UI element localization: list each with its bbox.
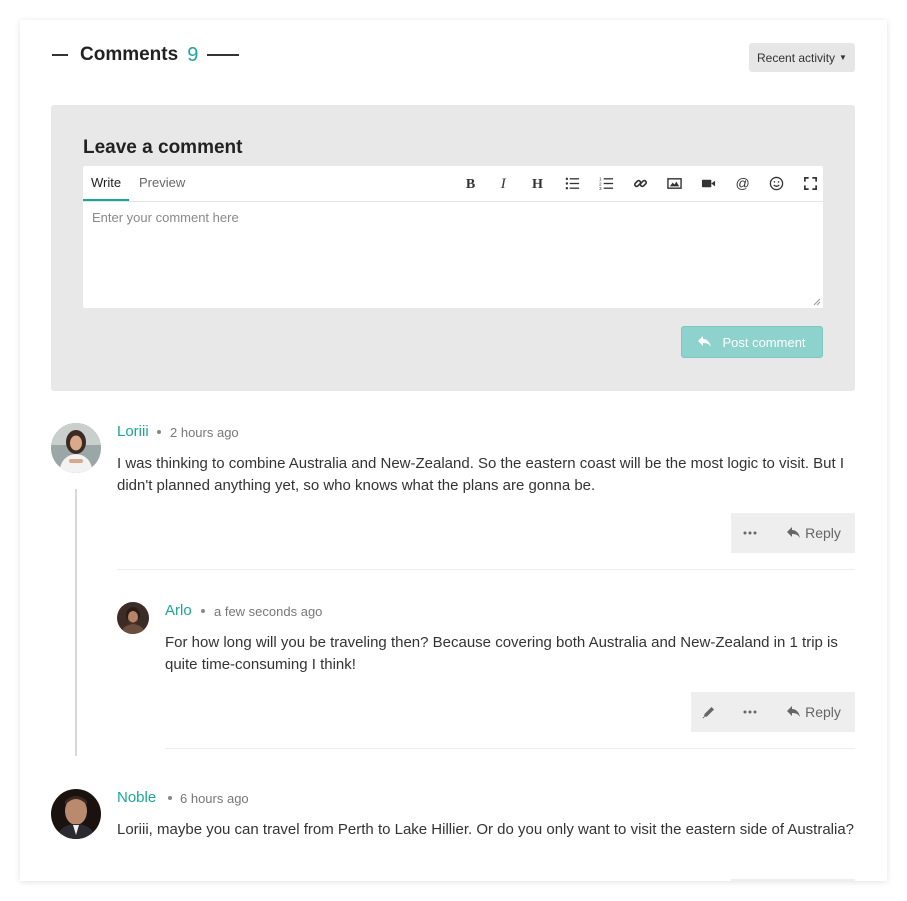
video-icon[interactable] <box>691 166 725 201</box>
meta-separator <box>168 796 172 800</box>
caret-down-icon: ▼ <box>839 53 847 62</box>
comment-time: 2 hours ago <box>170 425 239 440</box>
reply-actions: Reply <box>691 692 855 732</box>
avatar-noble[interactable] <box>51 789 101 839</box>
tab-write[interactable]: Write <box>83 166 130 201</box>
reply-icon <box>787 527 801 538</box>
more-icon[interactable] <box>731 513 773 553</box>
post-comment-button[interactable]: Post comment <box>681 326 823 358</box>
reply-label: Reply <box>805 525 841 541</box>
reply-button[interactable]: Reply <box>773 692 855 732</box>
svg-text:I: I <box>499 176 506 191</box>
svg-text:3: 3 <box>599 186 602 191</box>
comment-author[interactable]: Loriii <box>117 423 149 440</box>
comment-textarea[interactable]: Enter your comment here <box>83 202 823 308</box>
avatar-loriii[interactable] <box>51 423 101 473</box>
bold-icon[interactable]: B <box>453 166 487 201</box>
resize-handle-icon[interactable] <box>813 298 821 306</box>
reply-time: a few seconds ago <box>214 604 323 619</box>
svg-text:B: B <box>465 176 474 191</box>
bulleted-list-icon[interactable] <box>555 166 589 201</box>
avatar-arlo[interactable] <box>117 602 149 634</box>
comments-section: Comments 9 Recent activity ▼ Leave a com… <box>20 20 887 881</box>
sort-dropdown-label: Recent activity <box>757 50 836 65</box>
mention-icon[interactable]: @ <box>725 166 759 201</box>
comments-count: 9 <box>187 43 199 66</box>
comment-placeholder: Enter your comment here <box>92 210 239 225</box>
fullscreen-icon[interactable] <box>793 166 827 201</box>
reply-button[interactable]: Reply <box>773 513 855 553</box>
image-icon[interactable] <box>657 166 691 201</box>
sort-dropdown[interactable]: Recent activity ▼ <box>749 43 855 72</box>
heading-icon[interactable]: H <box>521 166 555 201</box>
editor-toolbar: B I H 123 @ <box>453 166 827 201</box>
markdown-editor: Write Preview B I H 123 @ Enter your com… <box>83 166 823 308</box>
comment-composer: Leave a comment Write Preview B I H 123 … <box>51 105 855 391</box>
comments-header: Comments 9 <box>52 42 240 68</box>
comment-time: 6 hours ago <box>180 791 249 806</box>
meta-separator <box>157 430 161 434</box>
link-icon[interactable] <box>623 166 657 201</box>
tab-preview[interactable]: Preview <box>131 166 193 200</box>
post-comment-label: Post comment <box>722 334 806 350</box>
reply-icon <box>787 706 801 717</box>
reply-text: For how long will you be traveling then?… <box>165 634 838 673</box>
emoji-icon[interactable] <box>759 166 793 201</box>
svg-text:@: @ <box>735 176 749 191</box>
header-dash-left <box>52 54 68 56</box>
composer-title: Leave a comment <box>83 137 243 158</box>
comments-title: Comments <box>80 44 179 65</box>
svg-text:H: H <box>531 176 542 191</box>
reply-divider <box>165 748 855 749</box>
comment-text: I was thinking to combine Australia and … <box>117 455 845 494</box>
comment-actions: Reply <box>731 513 855 553</box>
comment-text: Loriii, maybe you can travel from Perth … <box>117 821 855 838</box>
reply-author[interactable]: Arlo <box>165 602 192 619</box>
reply-icon <box>698 336 712 347</box>
edit-icon[interactable] <box>691 692 731 732</box>
comment-author[interactable]: Noble <box>117 789 156 806</box>
more-icon[interactable] <box>731 692 773 732</box>
header-dash-right <box>207 54 240 56</box>
comment-actions <box>731 879 855 881</box>
numbered-list-icon[interactable]: 123 <box>589 166 623 201</box>
thread-line <box>75 489 77 756</box>
comment-divider <box>117 569 855 570</box>
meta-separator <box>201 609 205 613</box>
italic-icon[interactable]: I <box>487 166 521 201</box>
reply-label: Reply <box>805 704 841 720</box>
